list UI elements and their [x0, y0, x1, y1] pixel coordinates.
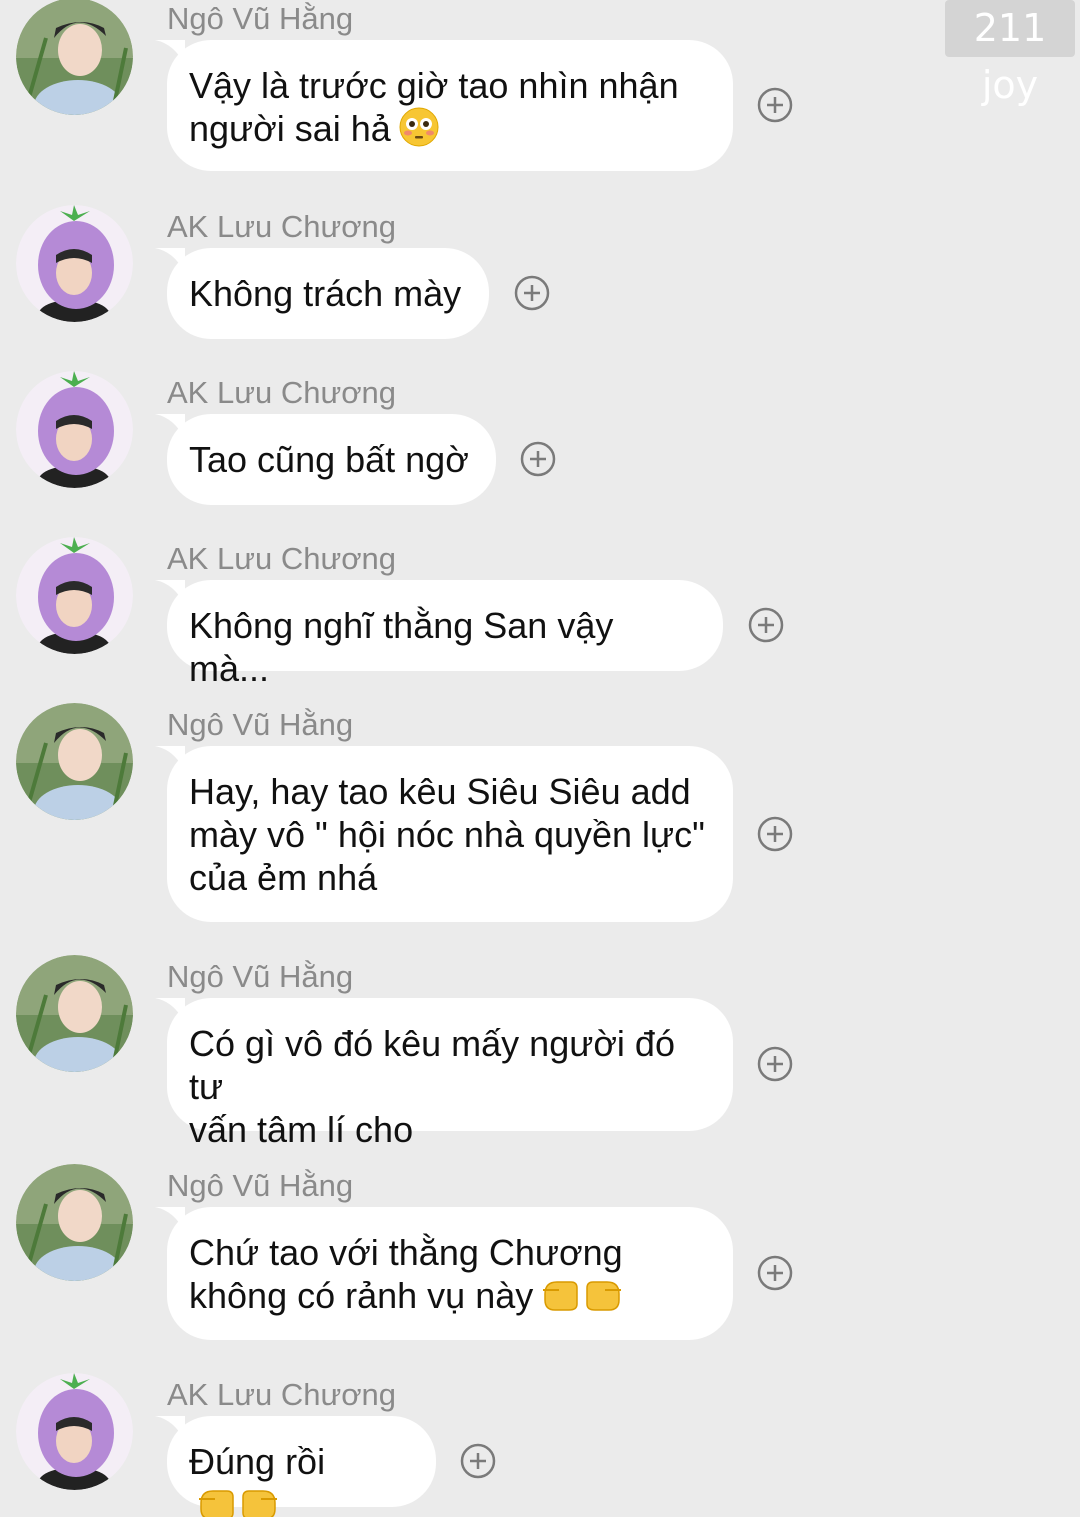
- add-reaction-icon[interactable]: [514, 275, 550, 311]
- avatar[interactable]: [16, 703, 133, 820]
- add-reaction-icon[interactable]: [748, 607, 784, 643]
- sender-name: AK Lưu Chương: [167, 209, 397, 244]
- message-bubble[interactable]: Đúng rồi: [155, 1416, 436, 1517]
- add-reaction-icon[interactable]: [757, 816, 793, 852]
- message-bubble[interactable]: Tao cũng bất ngờ: [155, 414, 496, 505]
- avatar[interactable]: [16, 537, 133, 654]
- sender-name: Ngô Vũ Hằng: [167, 707, 354, 742]
- avatar[interactable]: [16, 1164, 133, 1281]
- message-bubble[interactable]: Hay, hay tao kêu Siêu Siêu add mày vô " …: [155, 746, 733, 922]
- sender-name: AK Lưu Chương: [167, 541, 397, 576]
- add-reaction-icon[interactable]: [757, 87, 793, 123]
- message-text: Hay, hay tao kêu Siêu Siêu add mày vô " …: [189, 771, 705, 898]
- chat-screen: 211 joy Ngô Vũ Hằng Vậy là trước giờ tao…: [0, 0, 1080, 1517]
- message-bubble[interactable]: Không nghĩ thằng San vậy mà...: [155, 580, 723, 689]
- message-bubble[interactable]: Vậy là trước giờ tao nhìn nhận người sai…: [155, 40, 733, 171]
- message-text: Không trách mày: [189, 273, 462, 314]
- message-text-content: Đúng rồi: [189, 1441, 326, 1482]
- sender-name: Ngô Vũ Hằng: [167, 1, 354, 36]
- message-text: Chứ tao với thằng Chương không có rảnh v…: [189, 1231, 711, 1323]
- avatar[interactable]: [16, 955, 133, 1072]
- sender-name: Ngô Vũ Hằng: [167, 1168, 354, 1203]
- add-reaction-icon[interactable]: [757, 1046, 793, 1082]
- message-text: Đúng rồi: [189, 1440, 414, 1517]
- pointing-hands-emoji: [541, 1274, 623, 1323]
- add-reaction-icon[interactable]: [520, 441, 556, 477]
- message-text: Không nghĩ thằng San vậy mà...: [189, 605, 614, 689]
- message-bubble[interactable]: Có gì vô đó kêu mấy người đó tư vấn tâm …: [155, 998, 733, 1150]
- add-reaction-icon[interactable]: [460, 1443, 496, 1479]
- message-text: Có gì vô đó kêu mấy người đó tư vấn tâm …: [189, 1023, 675, 1150]
- message-bubble[interactable]: Không trách mày: [155, 248, 489, 339]
- sender-name: AK Lưu Chương: [167, 375, 397, 410]
- avatar[interactable]: [16, 0, 133, 115]
- flushed-face-emoji: [399, 107, 439, 156]
- avatar[interactable]: [16, 205, 133, 322]
- message-text: Tao cũng bất ngờ: [189, 439, 469, 480]
- watermark: 211 joy: [945, 0, 1075, 107]
- avatar[interactable]: [16, 371, 133, 488]
- pointing-hands-emoji: [197, 1483, 279, 1517]
- avatar[interactable]: [16, 1373, 133, 1490]
- add-reaction-icon[interactable]: [757, 1255, 793, 1291]
- message-bubble[interactable]: Chứ tao với thằng Chương không có rảnh v…: [155, 1207, 733, 1340]
- message-text: Vậy là trước giờ tao nhìn nhận người sai…: [189, 64, 711, 156]
- sender-name: AK Lưu Chương: [167, 1377, 397, 1412]
- sender-name: Ngô Vũ Hằng: [167, 959, 354, 994]
